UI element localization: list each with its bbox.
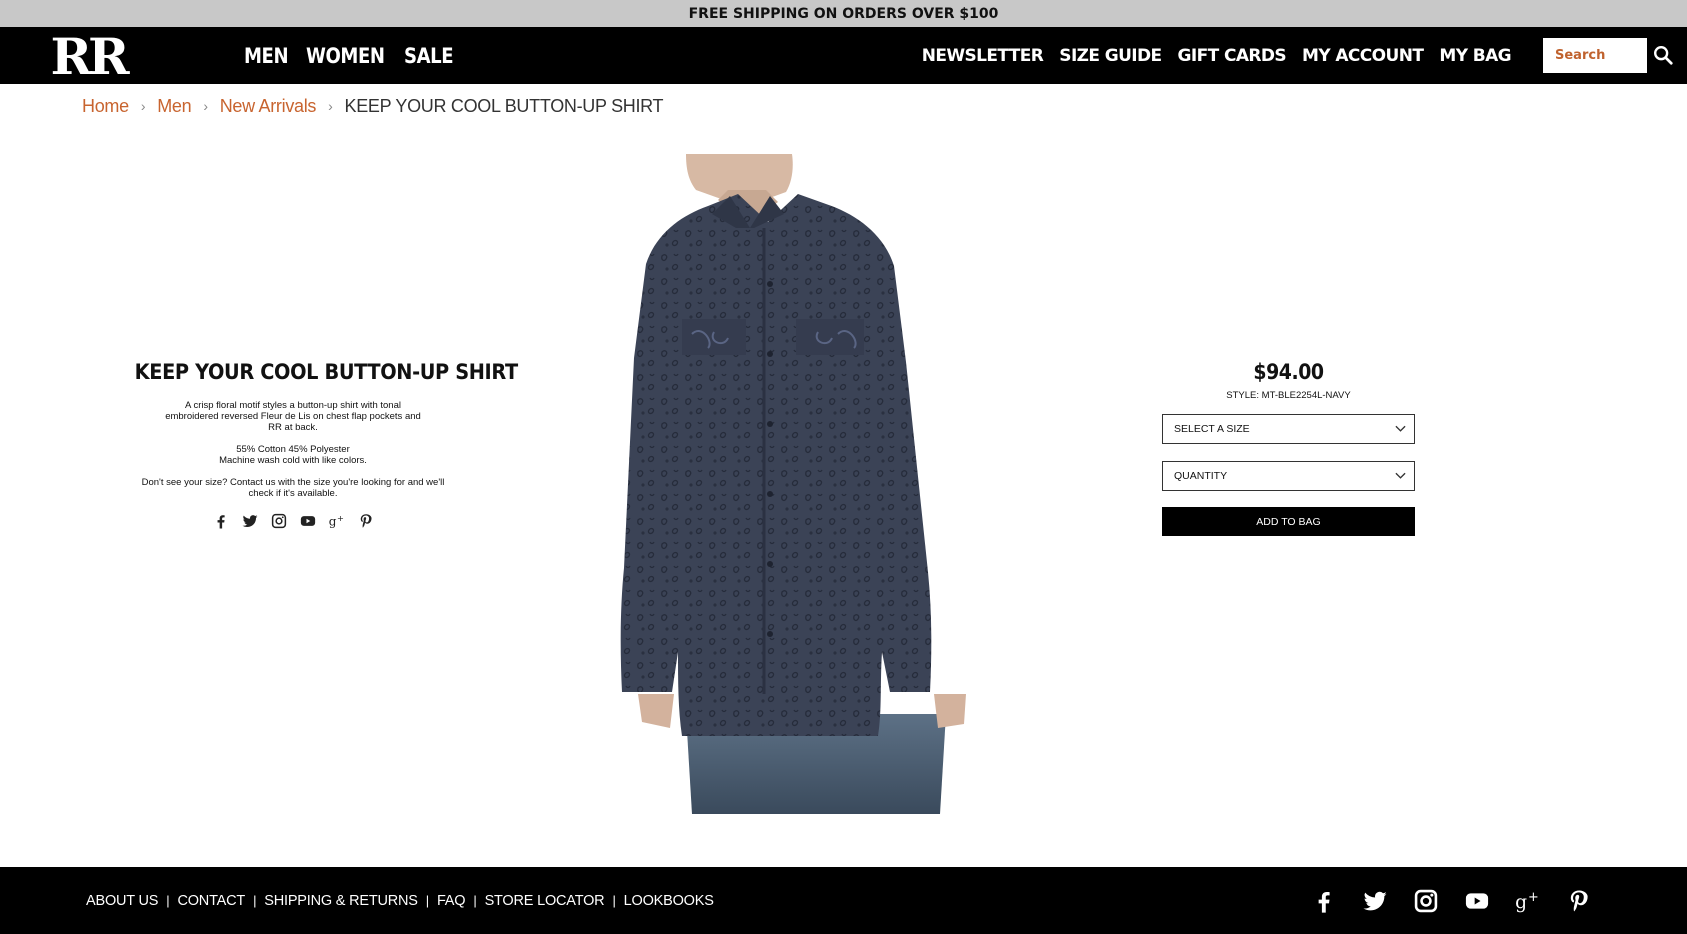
search-input[interactable] <box>1543 38 1647 73</box>
footer-link-about[interactable]: ABOUT US <box>86 893 158 909</box>
size-select[interactable]: SELECT A SIZE <box>1162 414 1415 444</box>
size-note: Don't see your size? Contact us with the… <box>141 477 445 499</box>
main-nav: MEN WOMEN SALE <box>244 27 461 84</box>
chevron-down-icon <box>1395 472 1406 479</box>
nav-men[interactable]: MEN <box>244 44 289 68</box>
share-icons: g + <box>118 512 468 530</box>
product-description: A crisp floral motif styles a button-up … <box>118 400 468 499</box>
nav-sale[interactable]: SALE <box>404 44 454 68</box>
chevron-right-icon: › <box>328 98 333 114</box>
quantity-select[interactable]: QUANTITY <box>1162 461 1415 491</box>
nav-my-account[interactable]: MY ACCOUNT <box>1302 46 1424 66</box>
footer-link-lookbooks[interactable]: LOOKBOOKS <box>624 893 714 909</box>
twitter-icon[interactable] <box>1361 887 1389 915</box>
nav-women[interactable]: WOMEN <box>306 44 385 68</box>
facebook-icon[interactable] <box>1310 887 1338 915</box>
nav-my-bag[interactable]: MY BAG <box>1439 46 1511 66</box>
brand-logo[interactable]: RR <box>30 32 146 80</box>
footer-divider: | <box>473 893 477 908</box>
product-title: KEEP YOUR COOL BUTTON-UP SHIRT <box>134 360 519 384</box>
add-to-bag-button[interactable]: ADD TO BAG <box>1162 507 1415 536</box>
price: $94.00 <box>1253 360 1324 384</box>
google-plus-icon[interactable]: g + <box>1514 887 1542 915</box>
svg-text:g: g <box>1515 892 1527 913</box>
youtube-icon[interactable] <box>299 512 317 530</box>
nav-newsletter[interactable]: NEWSLETTER <box>922 46 1044 66</box>
description-text: A crisp floral motif styles a button-up … <box>165 400 421 433</box>
nav-gift-cards[interactable]: GIFT CARDS <box>1178 46 1287 66</box>
twitter-icon[interactable] <box>241 512 259 530</box>
breadcrumb-home[interactable]: Home <box>82 96 129 117</box>
composition: 55% Cotton 45% Polyester <box>236 444 350 455</box>
breadcrumb: Home › Men › New Arrivals › KEEP YOUR CO… <box>82 94 664 118</box>
pinterest-icon[interactable] <box>1565 887 1593 915</box>
footer-divider: | <box>612 893 616 908</box>
composition-text: 55% Cotton 45% Polyester Machine wash co… <box>163 444 423 466</box>
promo-bar: FREE SHIPPING ON ORDERS OVER $100 <box>0 0 1687 27</box>
chevron-down-icon <box>1395 425 1406 432</box>
product-info: KEEP YOUR COOL BUTTON-UP SHIRT A crisp f… <box>118 360 518 530</box>
pinterest-icon[interactable] <box>357 512 375 530</box>
utility-nav: NEWSLETTER SIZE GUIDE GIFT CARDS MY ACCO… <box>906 27 1512 84</box>
footer-link-faq[interactable]: FAQ <box>437 893 466 909</box>
size-select-label: SELECT A SIZE <box>1174 423 1250 435</box>
nav-size-guide[interactable]: SIZE GUIDE <box>1059 46 1162 66</box>
promo-text: FREE SHIPPING ON ORDERS OVER $100 <box>688 5 999 22</box>
footer-links: ABOUT US | CONTACT | SHIPPING & RETURNS … <box>86 867 714 934</box>
search-icon[interactable] <box>1652 44 1674 66</box>
style-code: STYLE: MT-BLE2254L-NAVY <box>1226 390 1351 401</box>
instagram-icon[interactable] <box>270 512 288 530</box>
site-footer: ABOUT US | CONTACT | SHIPPING & RETURNS … <box>0 867 1687 934</box>
svg-text:+: + <box>1528 890 1539 905</box>
svg-text:RR: RR <box>50 32 130 80</box>
footer-social: g + <box>1310 867 1593 934</box>
google-plus-icon[interactable]: g + <box>328 512 346 530</box>
product-image[interactable] <box>610 154 1030 814</box>
chevron-right-icon: › <box>140 98 146 114</box>
site-header: RR MEN WOMEN SALE NEWSLETTER SIZE GUIDE … <box>0 27 1687 84</box>
care-instructions: Machine wash cold with like colors. <box>219 455 367 466</box>
instagram-icon[interactable] <box>1412 887 1440 915</box>
chevron-right-icon: › <box>203 98 208 114</box>
breadcrumb-new-arrivals[interactable]: New Arrivals <box>220 96 317 117</box>
youtube-icon[interactable] <box>1463 887 1491 915</box>
buy-box: $94.00 STYLE: MT-BLE2254L-NAVY SELECT A … <box>1162 360 1415 536</box>
footer-link-store-locator[interactable]: STORE LOCATOR <box>485 893 605 909</box>
footer-divider: | <box>425 893 429 908</box>
breadcrumb-current: KEEP YOUR COOL BUTTON-UP SHIRT <box>344 95 664 116</box>
footer-link-contact[interactable]: CONTACT <box>177 893 245 909</box>
footer-divider: | <box>253 893 257 908</box>
facebook-icon[interactable] <box>212 512 230 530</box>
svg-text:+: + <box>337 513 344 523</box>
footer-divider: | <box>166 893 170 908</box>
breadcrumb-men[interactable]: Men <box>157 96 191 117</box>
footer-link-shipping[interactable]: SHIPPING & RETURNS <box>264 893 418 909</box>
svg-text:g: g <box>328 515 336 529</box>
quantity-select-label: QUANTITY <box>1174 470 1228 482</box>
